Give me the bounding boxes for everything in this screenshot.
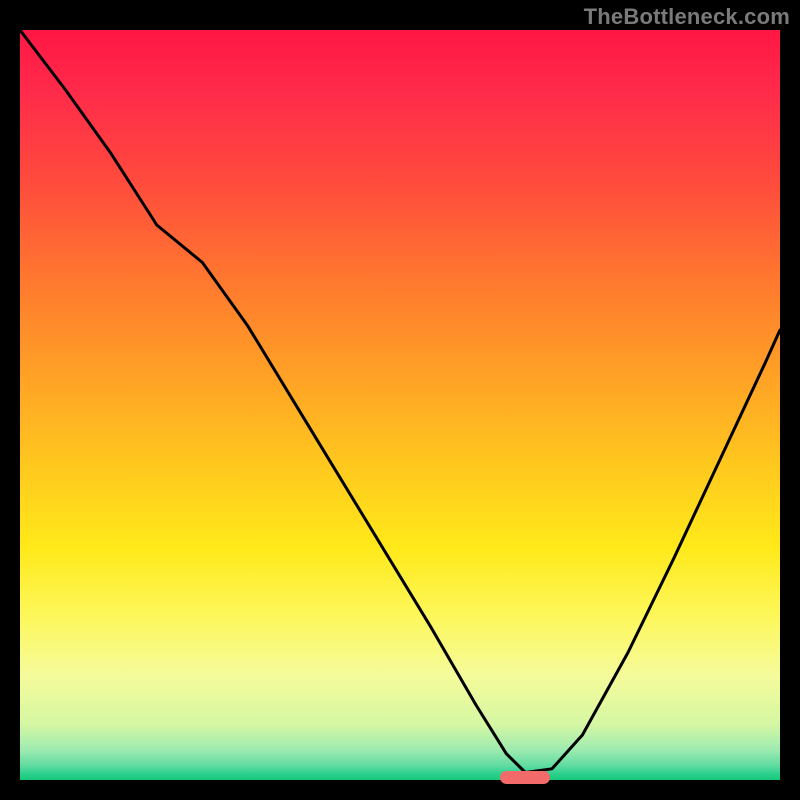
gradient-plot-area [20,30,780,780]
optimum-marker [500,771,550,784]
watermark-text: TheBottleneck.com [584,4,790,30]
curve-path [20,30,780,773]
chart-frame: TheBottleneck.com [0,0,800,800]
bottleneck-curve [20,30,780,780]
